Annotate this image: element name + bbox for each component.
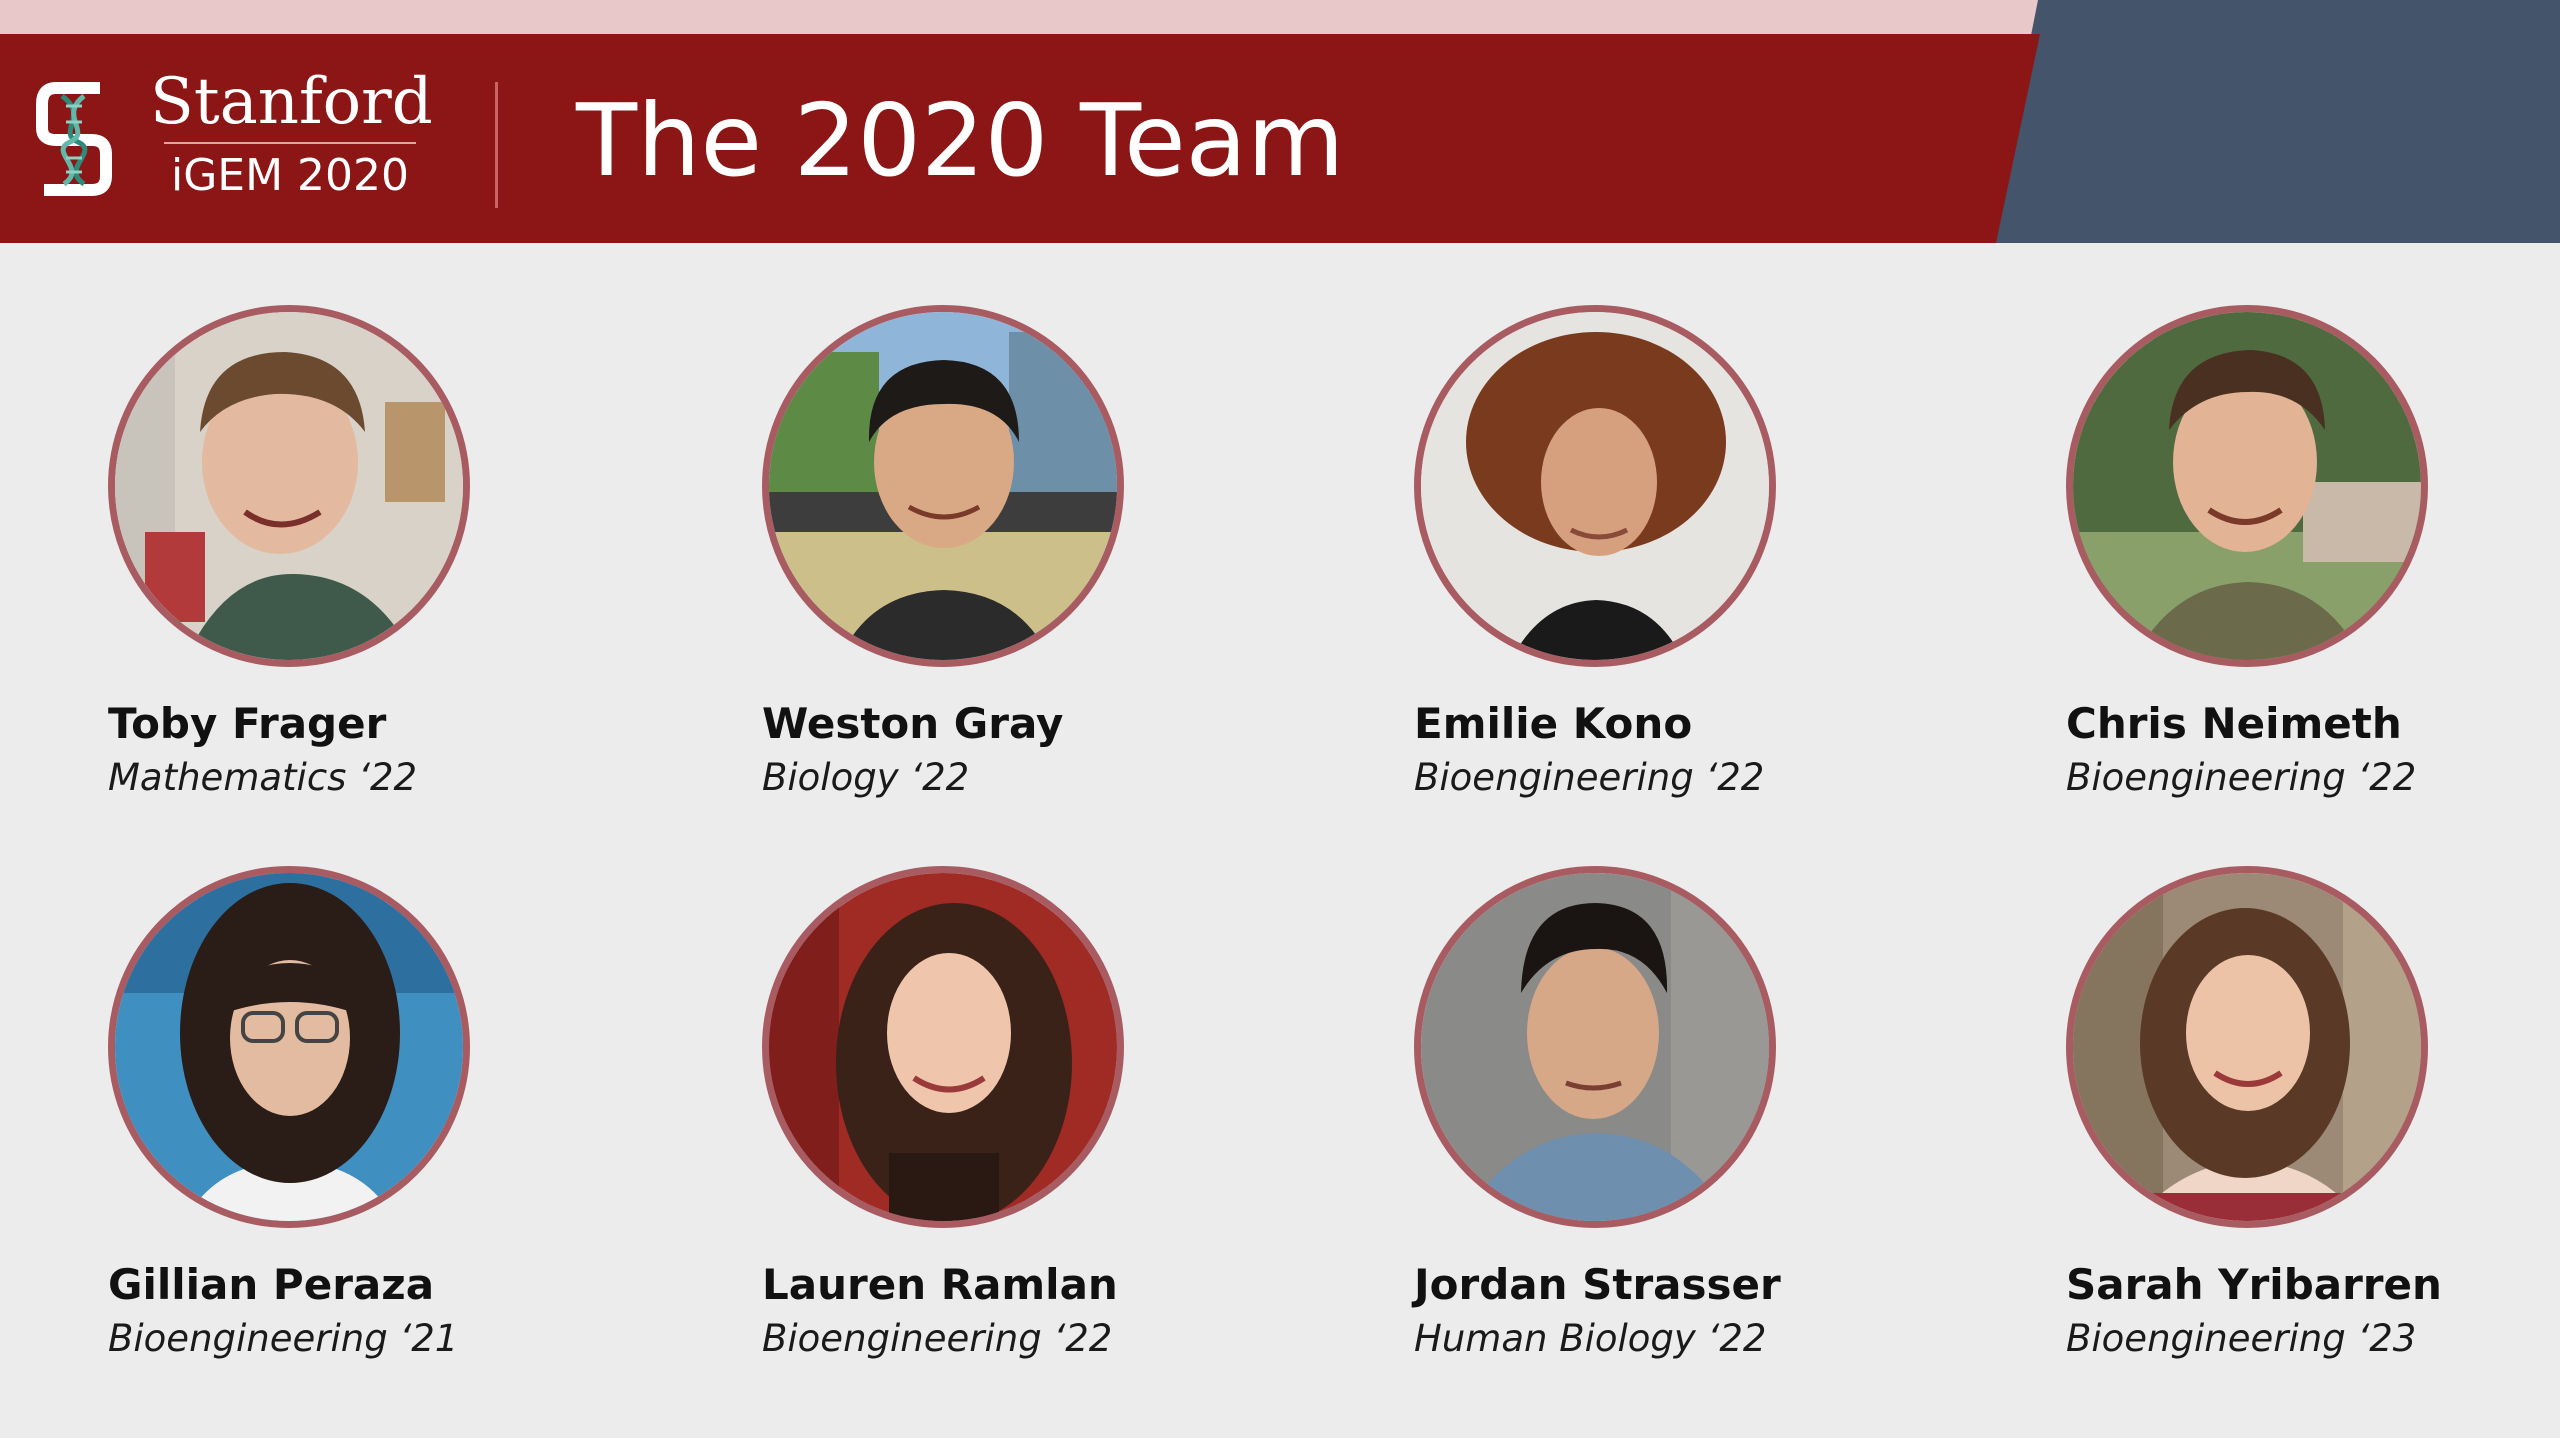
- logo-wordmark: Stanford iGEM 2020: [150, 64, 433, 202]
- portrait-image: [769, 873, 1117, 1221]
- member-card: Emilie Kono Bioengineering ‘22: [1414, 305, 1934, 805]
- logo-name: Stanford: [150, 65, 433, 139]
- member-major: Bioengineering ‘22: [2066, 756, 2417, 799]
- member-major: Human Biology ‘22: [1414, 1317, 1767, 1360]
- member-photo: [1414, 305, 1776, 667]
- member-name: Lauren Ramlan: [762, 1260, 1118, 1309]
- member-photo: [108, 305, 470, 667]
- banner-divider: [495, 82, 498, 208]
- portrait-image: [1421, 873, 1769, 1221]
- member-card: Weston Gray Biology ‘22: [762, 305, 1282, 805]
- member-major: Bioengineering ‘23: [2066, 1317, 2417, 1360]
- member-major: Bioengineering ‘21: [108, 1317, 459, 1360]
- member-name: Gillian Peraza: [108, 1260, 435, 1309]
- member-photo: [1414, 866, 1776, 1228]
- member-major: Mathematics ‘22: [108, 756, 418, 799]
- portrait-image: [2073, 873, 2421, 1221]
- member-major: Bioengineering ‘22: [1414, 756, 1765, 799]
- member-photo: [762, 866, 1124, 1228]
- stanford-dna-logo-icon: [30, 72, 118, 206]
- member-major: Biology ‘22: [762, 756, 970, 799]
- member-name: Emilie Kono: [1414, 699, 1693, 748]
- member-photo: [762, 305, 1124, 667]
- member-photo: [2066, 305, 2428, 667]
- slide-title: The 2020 Team: [576, 82, 1345, 199]
- member-card: Chris Neimeth Bioengineering ‘22: [2066, 305, 2560, 805]
- member-name: Jordan Strasser: [1414, 1260, 1781, 1309]
- member-card: Gillian Peraza Bioengineering ‘21: [108, 866, 628, 1366]
- member-name: Sarah Yribarren: [2066, 1260, 2442, 1309]
- portrait-image: [1421, 312, 1769, 660]
- corner-accent-block: [1990, 0, 2560, 243]
- logo-subtitle: iGEM 2020: [170, 150, 410, 201]
- member-name: Toby Frager: [108, 699, 387, 748]
- portrait-image: [115, 312, 463, 660]
- member-photo: [2066, 866, 2428, 1228]
- member-card: Toby Frager Mathematics ‘22: [108, 305, 628, 805]
- member-photo: [108, 866, 470, 1228]
- portrait-image: [115, 873, 463, 1221]
- member-major: Bioengineering ‘22: [762, 1317, 1113, 1360]
- portrait-image: [2073, 312, 2421, 660]
- member-name: Weston Gray: [762, 699, 1064, 748]
- member-card: Sarah Yribarren Bioengineering ‘23: [2066, 866, 2560, 1366]
- member-card: Lauren Ramlan Bioengineering ‘22: [762, 866, 1282, 1366]
- member-name: Chris Neimeth: [2066, 699, 2402, 748]
- portrait-image: [769, 312, 1117, 660]
- logo-rule: [164, 142, 416, 144]
- member-card: Jordan Strasser Human Biology ‘22: [1414, 866, 1934, 1366]
